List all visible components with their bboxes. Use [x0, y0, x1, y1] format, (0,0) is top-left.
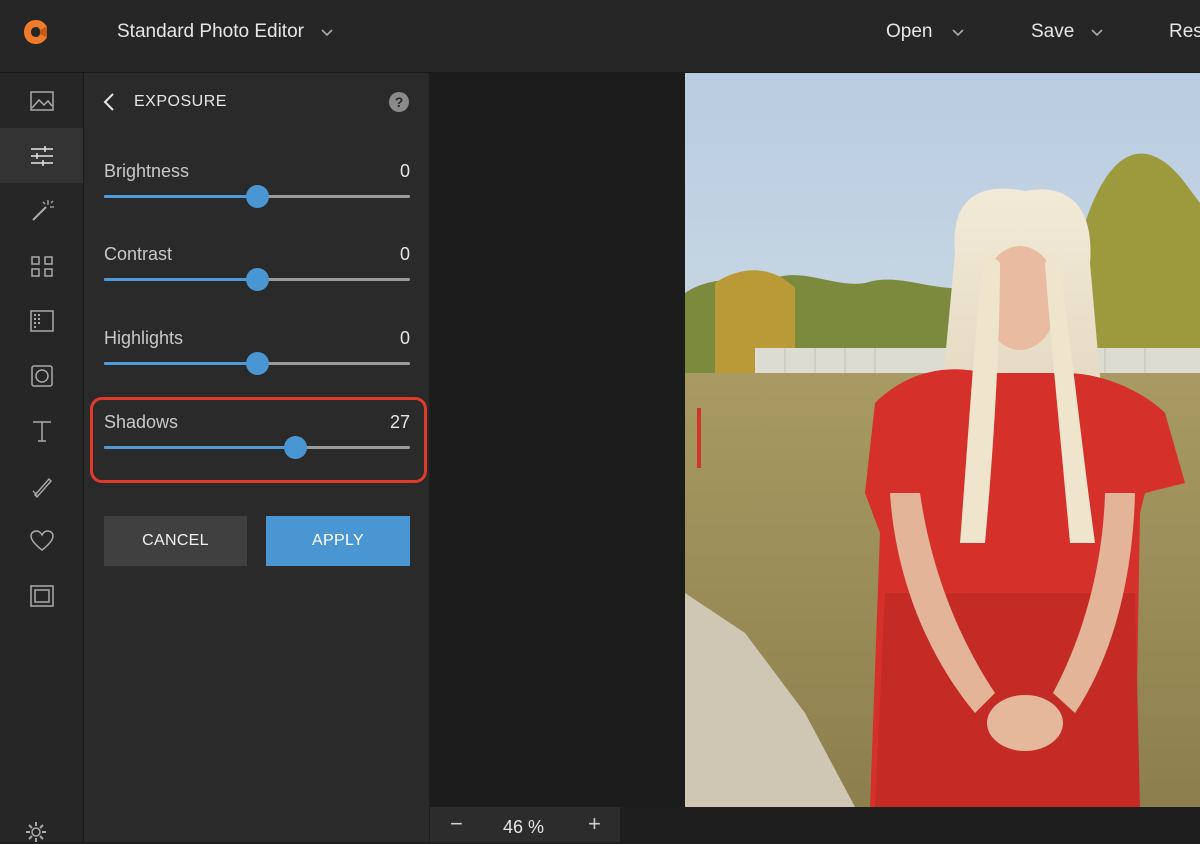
slider-track[interactable] [104, 352, 410, 375]
chevron-down-icon[interactable] [321, 27, 333, 39]
slider-value: 0 [399, 161, 410, 181]
slider-fill [104, 362, 257, 365]
slider-track[interactable] [104, 185, 410, 208]
zoom-control: − 46 % + [430, 807, 620, 842]
zoom-in-button[interactable]: + [588, 813, 601, 835]
rail-item-text[interactable] [0, 403, 83, 458]
shadows-highlight-outline [90, 397, 427, 483]
brush-icon [32, 477, 52, 498]
rail-item-stickers[interactable] [0, 513, 83, 568]
border-frame-icon [29, 584, 54, 607]
slider-value: 0 [399, 328, 410, 348]
apply-button[interactable]: APPLY [266, 516, 410, 566]
back-arrow-icon[interactable] [102, 92, 116, 112]
app-title[interactable]: Standard Photo Editor [117, 21, 304, 43]
text-icon [32, 420, 51, 442]
rail-item-image[interactable] [0, 73, 83, 128]
chevron-down-icon[interactable] [1091, 27, 1103, 39]
brightness-slider: Brightness 0 [104, 161, 410, 231]
tool-rail [0, 73, 84, 842]
help-icon[interactable]: ? [389, 92, 409, 112]
rail-item-collage[interactable] [0, 238, 83, 293]
slider-track[interactable] [104, 268, 410, 291]
rail-item-effects[interactable] [0, 183, 83, 238]
magic-wand-icon [31, 199, 54, 221]
slider-value: 0 [399, 244, 410, 264]
zoom-level: 46 % [503, 817, 545, 837]
app-logo-icon[interactable] [22, 18, 50, 46]
slider-thumb[interactable] [246, 352, 269, 375]
slider-fill [104, 278, 257, 281]
save-menu-button[interactable]: Save [1031, 21, 1074, 43]
slider-label: Contrast [104, 244, 173, 264]
photo-image [685, 73, 1200, 807]
gear-icon[interactable] [24, 820, 48, 844]
cancel-button[interactable]: CANCEL [104, 516, 247, 566]
frame-circle-icon [30, 364, 53, 387]
slider-label: Highlights [104, 328, 184, 348]
reset-menu-button[interactable]: Res [1169, 21, 1200, 43]
slider-fill [104, 195, 257, 198]
slider-label: Brightness [104, 161, 190, 181]
panel-title: EXPOSURE [134, 93, 227, 110]
rail-item-overlays[interactable] [0, 348, 83, 403]
open-menu-button[interactable]: Open [886, 21, 932, 43]
rail-item-draw[interactable] [0, 458, 83, 513]
rail-item-frames[interactable] [0, 568, 83, 623]
photo-preview[interactable] [685, 73, 1200, 807]
zoom-out-button[interactable]: − [450, 813, 463, 835]
heart-icon [29, 529, 54, 551]
texture-icon [29, 309, 54, 332]
chevron-down-icon[interactable] [952, 27, 964, 39]
top-bar: Standard Photo Editor Open Save Res [0, 0, 1200, 73]
rail-item-adjust[interactable] [0, 128, 83, 183]
sliders-icon [30, 145, 53, 166]
contrast-slider: Contrast 0 [104, 244, 410, 314]
panel-header: EXPOSURE ? [84, 73, 429, 131]
image-icon [29, 90, 54, 111]
rail-item-textures[interactable] [0, 293, 83, 348]
slider-thumb[interactable] [246, 268, 269, 291]
grid-icon [30, 255, 53, 277]
slider-thumb[interactable] [246, 185, 269, 208]
highlights-slider: Highlights 0 [104, 328, 410, 398]
